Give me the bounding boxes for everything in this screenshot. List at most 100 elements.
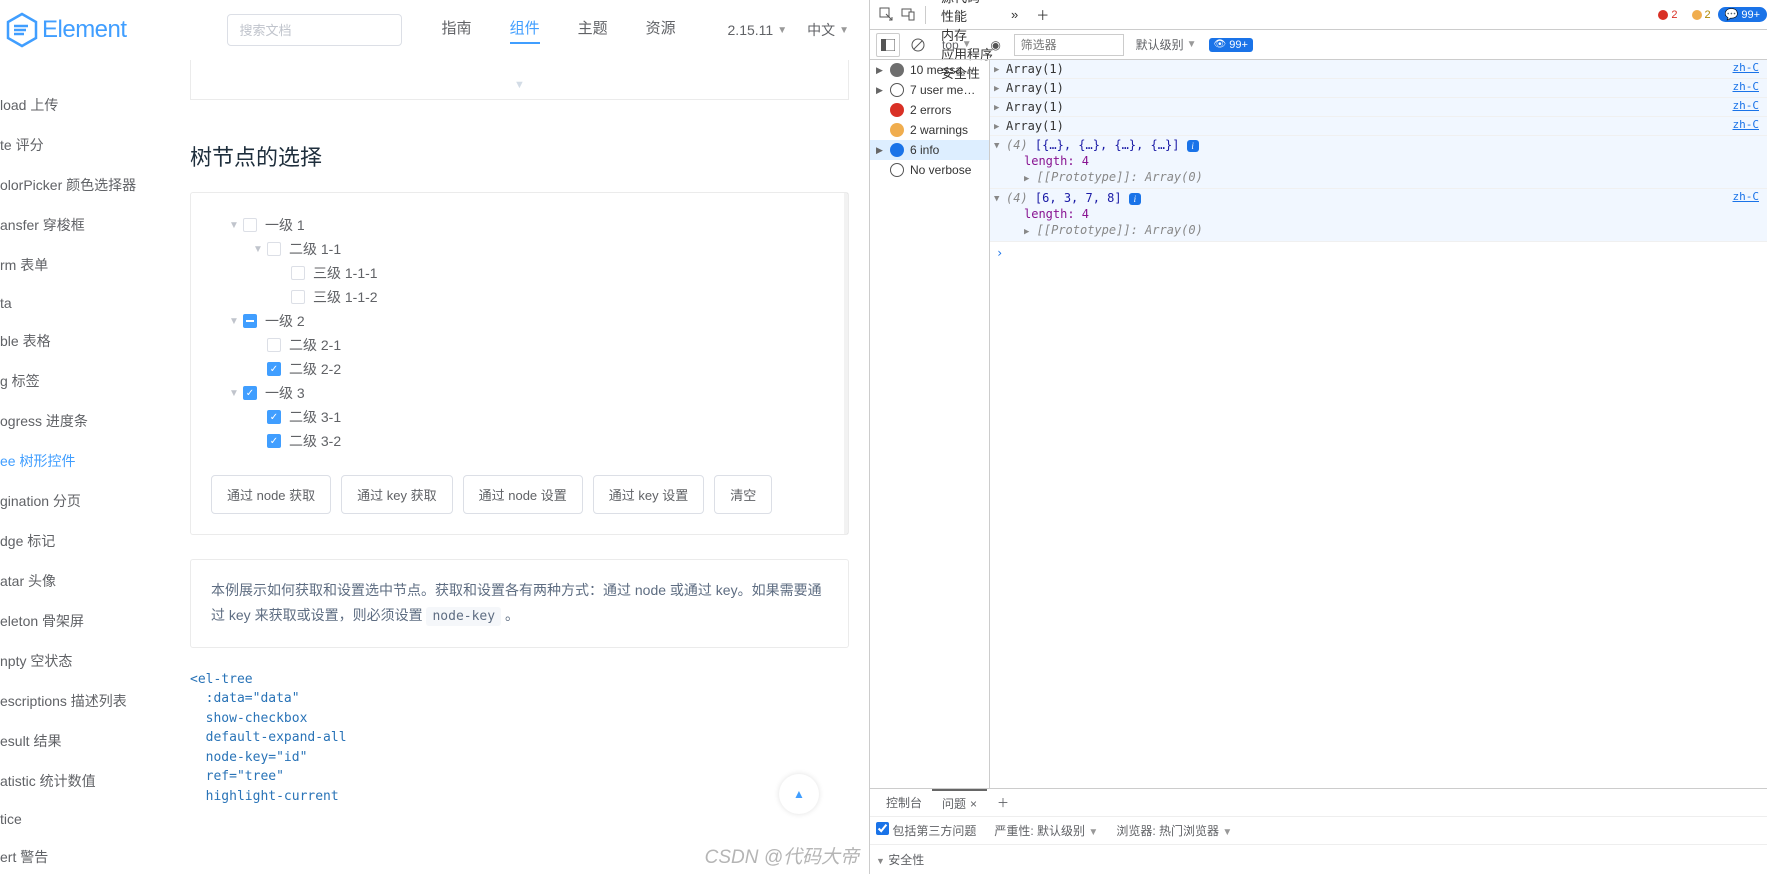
sidebar-item[interactable]: ansfer 穿梭框 xyxy=(0,205,150,245)
caret-right-icon[interactable]: ▶ xyxy=(994,60,1006,78)
tree-checkbox[interactable] xyxy=(267,242,281,256)
sidebar-item[interactable]: ogress 进度条 xyxy=(0,401,150,441)
console-prompt[interactable]: › xyxy=(990,242,1767,264)
warning-count-badge[interactable]: 2 xyxy=(1685,8,1718,22)
tree-node[interactable]: ▼✓一级 3 xyxy=(211,381,828,405)
console-filter-row[interactable]: ▶6 info xyxy=(870,140,989,160)
sidebar-item[interactable]: te 评分 xyxy=(0,125,150,165)
version-selector[interactable]: 2.15.11 ▼ xyxy=(728,22,788,38)
device-toggle-icon[interactable] xyxy=(897,4,919,26)
tree-caret-icon[interactable]: ▼ xyxy=(229,388,243,399)
sidebar-item[interactable]: ert 警告 xyxy=(0,837,150,874)
tree-checkbox[interactable]: ✓ xyxy=(267,362,281,376)
language-selector[interactable]: 中文 ▼ xyxy=(807,20,849,40)
source-link[interactable]: zh-C xyxy=(1733,60,1764,76)
drawer-console-tab[interactable]: 控制台 xyxy=(876,789,932,816)
tree-checkbox[interactable] xyxy=(267,338,281,352)
issues-section-security[interactable]: ▼ 安全性 xyxy=(870,844,1767,874)
sidebar-item[interactable]: escriptions 描述列表 xyxy=(0,681,150,721)
sidebar-item[interactable]: gination 分页 xyxy=(0,481,150,521)
doc-content[interactable]: ▼ 树节点的选择 ▼一级 1▼二级 1-1三级 1-1-1三级 1-1-2▼一级… xyxy=(150,60,869,874)
source-link[interactable]: zh-C xyxy=(1733,98,1764,114)
sidebar-item[interactable]: load 上传 xyxy=(0,85,150,125)
tree-checkbox[interactable]: ✓ xyxy=(267,434,281,448)
tree-checkbox[interactable] xyxy=(243,218,257,232)
hidden-count-badge[interactable]: 99+ xyxy=(1209,38,1253,52)
tree-node[interactable]: ✓二级 3-2 xyxy=(211,429,828,453)
sidebar-item[interactable]: olorPicker 颜色选择器 xyxy=(0,165,150,205)
tree-caret-icon[interactable]: ▼ xyxy=(253,244,267,255)
source-link[interactable]: zh-C xyxy=(1733,117,1764,133)
clear-console-icon[interactable] xyxy=(906,33,930,57)
console-filter-row[interactable]: ▶10 messa… xyxy=(870,60,989,80)
console-filter-row[interactable]: No verbose xyxy=(870,160,989,180)
severity-selector[interactable]: 严重性: 默认级别 ▼ xyxy=(994,822,1098,839)
info-icon[interactable]: i xyxy=(1187,140,1199,152)
console-filter-row[interactable]: 2 errors xyxy=(870,100,989,120)
tree-node[interactable]: 三级 1-1-2 xyxy=(211,285,828,309)
console-filter-row[interactable]: 2 warnings xyxy=(870,120,989,140)
sidebar-item[interactable]: ble 表格 xyxy=(0,321,150,361)
tree-node[interactable]: ▼二级 1-1 xyxy=(211,237,828,261)
caret-right-icon[interactable]: ▶ xyxy=(994,98,1006,116)
sidebar-item[interactable]: eleton 骨架屏 xyxy=(0,601,150,641)
code-expand-bar[interactable]: ▼ xyxy=(190,60,849,100)
info-icon[interactable]: i xyxy=(1129,193,1141,205)
sidebar-item[interactable]: ta xyxy=(0,285,150,321)
sidebar-item[interactable]: atar 头像 xyxy=(0,561,150,601)
tree-checkbox[interactable] xyxy=(291,266,305,280)
source-link[interactable]: zh-C xyxy=(1733,79,1764,95)
error-count-badge[interactable]: 2 xyxy=(1651,8,1684,22)
more-tabs-button[interactable]: » xyxy=(1002,0,1027,29)
tree-action-button[interactable]: 通过 node 获取 xyxy=(211,475,331,514)
tree-node[interactable]: ▼一级 2 xyxy=(211,309,828,333)
console-output[interactable]: ▶Array(1)zh-C▶Array(1)zh-C▶Array(1)zh-C▶… xyxy=(990,60,1767,788)
close-icon[interactable]: × xyxy=(970,797,977,811)
drawer-issues-tab[interactable]: 问题 × xyxy=(932,789,987,816)
sidebar-toggle-icon[interactable] xyxy=(876,33,900,57)
tree-node[interactable]: ▼一级 1 xyxy=(211,213,828,237)
nav-guide[interactable]: 指南 xyxy=(442,17,472,44)
include-3p-checkbox[interactable]: 包括第三方问题 xyxy=(876,822,976,839)
tree-node[interactable]: 二级 2-1 xyxy=(211,333,828,357)
tree-action-button[interactable]: 清空 xyxy=(714,475,772,514)
browser-selector[interactable]: 浏览器: 热门浏览器 ▼ xyxy=(1116,822,1232,839)
search-input[interactable] xyxy=(227,14,402,46)
sidebar-item[interactable]: tice xyxy=(0,801,150,837)
tree-action-button[interactable]: 通过 node 设置 xyxy=(463,475,583,514)
tree-node[interactable]: 三级 1-1-1 xyxy=(211,261,828,285)
console-filter-input[interactable] xyxy=(1014,34,1124,56)
nav-resource[interactable]: 资源 xyxy=(646,17,676,44)
level-selector[interactable]: 默认级别 ▼ xyxy=(1130,33,1203,56)
sidebar-item[interactable]: g 标签 xyxy=(0,361,150,401)
tree-node[interactable]: ✓二级 2-2 xyxy=(211,357,828,381)
source-link[interactable]: zh-C xyxy=(1733,189,1764,205)
sidebar-item[interactable]: rm 表单 xyxy=(0,245,150,285)
caret-down-icon[interactable]: ▼ xyxy=(994,136,1006,154)
context-selector[interactable]: top ▼ xyxy=(936,35,978,55)
tree-caret-icon[interactable]: ▼ xyxy=(229,220,243,231)
sidebar-item[interactable]: npty 空状态 xyxy=(0,641,150,681)
inspect-icon[interactable] xyxy=(875,4,897,26)
devtools-tab[interactable]: 性能 xyxy=(932,6,1002,25)
tree-checkbox[interactable]: ✓ xyxy=(267,410,281,424)
element-logo[interactable]: Element xyxy=(2,10,127,50)
tree-checkbox[interactable]: ✓ xyxy=(243,386,257,400)
back-to-top-button[interactable]: ▲ xyxy=(779,774,819,814)
nav-theme[interactable]: 主题 xyxy=(578,17,608,44)
console-filter-row[interactable]: ▶7 user me… xyxy=(870,80,989,100)
sidebar-item[interactable]: esult 结果 xyxy=(0,721,150,761)
message-count-badge[interactable]: 💬 99+ xyxy=(1718,7,1767,22)
tree-checkbox[interactable] xyxy=(243,314,257,328)
live-expression-icon[interactable]: ◉ xyxy=(984,33,1008,57)
tree-caret-icon[interactable]: ▼ xyxy=(229,316,243,327)
sidebar-item[interactable]: ee 树形控件 xyxy=(0,441,150,481)
tree-checkbox[interactable] xyxy=(291,290,305,304)
tree-node[interactable]: ✓二级 3-1 xyxy=(211,405,828,429)
tree-action-button[interactable]: 通过 key 设置 xyxy=(593,475,704,514)
drawer-add-tab[interactable]: ＋ xyxy=(987,789,1019,816)
add-tab-button[interactable]: ＋ xyxy=(1027,0,1058,29)
caret-down-icon[interactable]: ▼ xyxy=(994,189,1006,207)
tree-action-button[interactable]: 通过 key 获取 xyxy=(341,475,452,514)
caret-right-icon[interactable]: ▶ xyxy=(994,117,1006,135)
